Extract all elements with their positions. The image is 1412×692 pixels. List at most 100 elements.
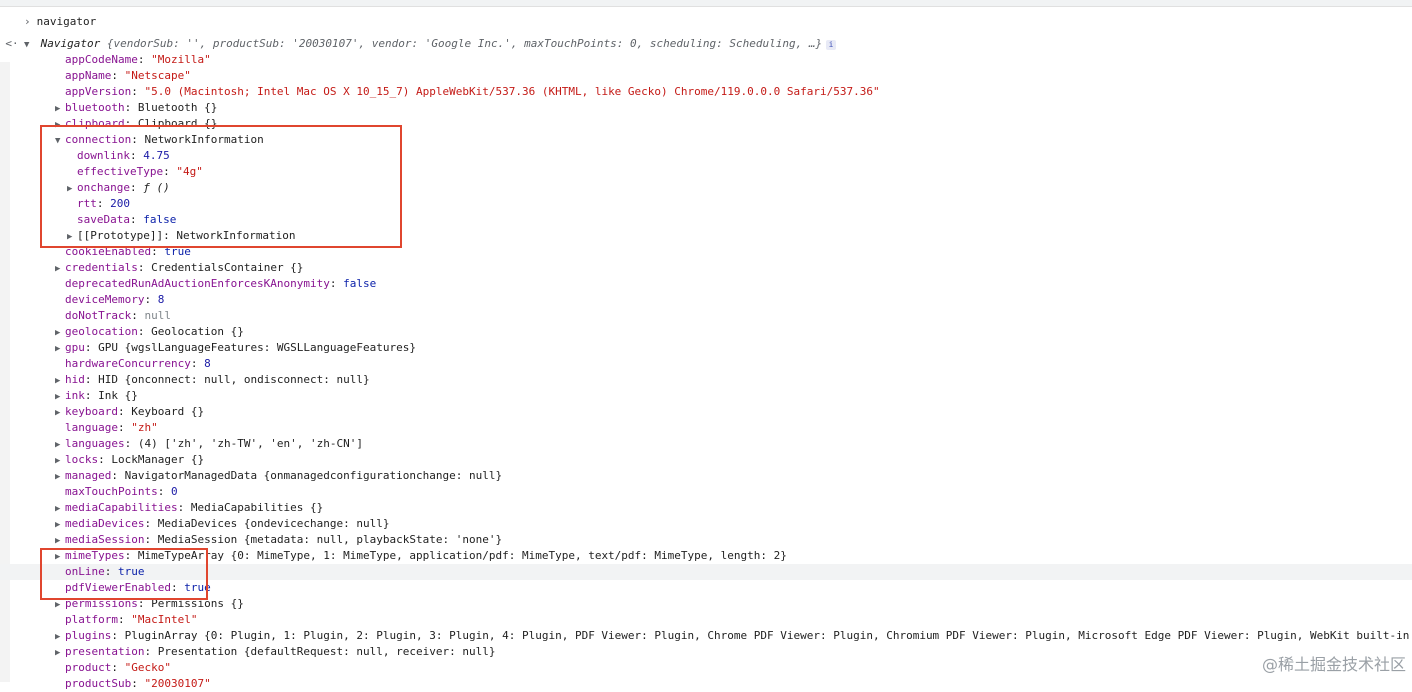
property-row-geolocation[interactable]: ▶ geolocation: Geolocation {}	[0, 324, 1412, 340]
property-separator: :	[84, 341, 99, 354]
console-result-summary[interactable]: <· ▼ Navigator {vendorSub: '', productSub…	[0, 36, 1412, 52]
property-separator: :	[124, 437, 138, 450]
expand-triangle-icon[interactable]: ▶	[55, 437, 65, 452]
property-key: language	[65, 421, 118, 434]
property-row-permissions[interactable]: ▶ permissions: Permissions {}	[0, 596, 1412, 612]
property-row-presentation[interactable]: ▶ presentation: Presentation {defaultRequ…	[0, 644, 1412, 660]
property-row-pdfviewerenabled: pdfViewerEnabled: true	[0, 580, 1412, 596]
property-key: mediaDevices	[65, 517, 145, 530]
property-value: HID {onconnect: null, ondisconnect: null…	[98, 373, 370, 386]
prompt-chevron-icon: ›	[24, 15, 31, 28]
property-separator: :	[84, 389, 99, 402]
property-row-ink[interactable]: ▶ ink: Ink {}	[0, 388, 1412, 404]
property-key: maxTouchPoints	[65, 485, 158, 498]
expand-triangle-icon[interactable]: ▶	[55, 501, 65, 516]
property-row-plugins[interactable]: ▶ plugins: PluginArray {0: Plugin, 1: Plu…	[0, 628, 1412, 644]
property-value: false	[343, 277, 377, 290]
toolbar-strip	[0, 0, 1412, 7]
property-separator: :	[84, 373, 99, 386]
property-row-locks[interactable]: ▶ locks: LockManager {}	[0, 452, 1412, 468]
property-row-appversion: appVersion: "5.0 (Macintosh; Intel Mac O…	[0, 84, 1412, 100]
property-value: MediaDevices {ondevicechange: null}	[157, 517, 390, 530]
property-row-language: language: "zh"	[0, 420, 1412, 436]
property-key: platform	[65, 613, 118, 626]
property-value: CredentialsContainer {}	[151, 261, 304, 274]
expand-triangle-icon[interactable]: ▶	[55, 517, 65, 532]
property-key: appVersion	[65, 85, 132, 98]
property-separator: :	[329, 277, 344, 290]
console-input-text: navigator	[36, 15, 97, 28]
expand-triangle-icon[interactable]: ▶	[55, 325, 65, 340]
property-value: MediaCapabilities {}	[190, 501, 324, 514]
property-row-mimetypes[interactable]: ▶ mimeTypes: MimeTypeArray {0: MimeType, …	[0, 548, 1412, 564]
property-value: GPU {wgslLanguageFeatures: WGSLLanguageF…	[98, 341, 417, 354]
property-separator: :	[117, 613, 132, 626]
property-row-donottrack: doNotTrack: null	[0, 308, 1412, 324]
property-value: Bluetooth {}	[137, 101, 218, 114]
highlight-box-online	[40, 548, 208, 600]
property-key: appCodeName	[65, 53, 138, 66]
property-value: null	[144, 309, 171, 322]
property-row-appname: appName: "Netscape"	[0, 68, 1412, 84]
property-row-keyboard[interactable]: ▶ keyboard: Keyboard {}	[0, 404, 1412, 420]
property-value: Geolocation {}	[151, 325, 244, 338]
property-key: doNotTrack	[65, 309, 132, 322]
property-separator: :	[111, 629, 125, 642]
expand-triangle-icon[interactable]: ▶	[55, 373, 65, 388]
property-value: "20030107"	[144, 677, 211, 690]
expand-triangle-icon[interactable]: ▶	[55, 405, 65, 420]
highlight-box-connection	[40, 125, 402, 248]
expand-triangle-icon[interactable]: ▶	[55, 469, 65, 484]
console-input-line[interactable]: › navigator	[0, 14, 1412, 30]
expand-triangle-icon[interactable]: ▶	[55, 341, 65, 356]
property-value: LockManager {}	[111, 453, 205, 466]
property-value: Keyboard {}	[131, 405, 205, 418]
property-separator: :	[131, 309, 145, 322]
property-separator: :	[190, 357, 205, 370]
property-key: presentation	[65, 645, 145, 658]
property-separator: :	[137, 261, 152, 274]
property-row-mediacapabilities[interactable]: ▶ mediaCapabilities: MediaCapabilities {}	[0, 500, 1412, 516]
property-row-devicememory: deviceMemory: 8	[0, 292, 1412, 308]
property-row-online: onLine: true	[0, 564, 1412, 580]
property-row-managed[interactable]: ▶ managed: NavigatorManagedData {onmanage…	[0, 468, 1412, 484]
expand-triangle-icon[interactable]: ▶	[55, 645, 65, 660]
expand-triangle-icon[interactable]: ▼	[24, 37, 34, 52]
summary-preview: {vendorSub: '', productSub: '20030107', …	[100, 37, 823, 50]
property-separator: :	[144, 645, 158, 658]
property-row-hid[interactable]: ▶ hid: HID {onconnect: null, ondisconnect…	[0, 372, 1412, 388]
property-row-languages[interactable]: ▶ languages: (4) ['zh', 'zh-TW', 'en', 'z…	[0, 436, 1412, 452]
property-key: gpu	[65, 341, 85, 354]
property-value: "zh"	[131, 421, 158, 434]
expand-triangle-icon[interactable]: ▶	[55, 453, 65, 468]
property-separator: :	[131, 85, 145, 98]
expand-triangle-icon[interactable]: ▶	[55, 533, 65, 548]
property-value: PluginArray {0: Plugin, 1: Plugin, 2: Pl…	[124, 629, 1410, 642]
property-row-mediasession[interactable]: ▶ mediaSession: MediaSession {metadata: n…	[0, 532, 1412, 548]
property-separator: :	[111, 661, 125, 674]
property-key: languages	[65, 437, 125, 450]
property-key: mediaSession	[65, 533, 145, 546]
property-row-gpu[interactable]: ▶ gpu: GPU {wgslLanguageFeatures: WGSLLan…	[0, 340, 1412, 356]
property-separator: :	[98, 453, 112, 466]
property-row-credentials[interactable]: ▶ credentials: CredentialsContainer {}	[0, 260, 1412, 276]
property-value: MimeTypeArray {0: MimeType, 1: MimeType,…	[137, 549, 787, 562]
property-key: appName	[65, 69, 112, 82]
expand-triangle-icon[interactable]: ▶	[55, 101, 65, 116]
expand-triangle-icon[interactable]: ▶	[55, 629, 65, 644]
expand-triangle-icon[interactable]: ▶	[55, 261, 65, 276]
property-value: 0	[170, 485, 178, 498]
expand-triangle-icon[interactable]: ▶	[55, 389, 65, 404]
property-key: locks	[65, 453, 99, 466]
property-value: "MacIntel"	[131, 613, 198, 626]
property-value: 8	[157, 293, 165, 306]
property-row-mediadevices[interactable]: ▶ mediaDevices: MediaDevices {ondevicecha…	[0, 516, 1412, 532]
property-separator: :	[137, 53, 152, 66]
property-row-deprecatedrunadauctionenforceskanonymity: deprecatedRunAdAuctionEnforcesKAnonymity…	[0, 276, 1412, 292]
info-icon[interactable]: i	[826, 40, 837, 50]
property-key: hid	[65, 373, 85, 386]
property-separator: :	[111, 469, 125, 482]
property-row-bluetooth[interactable]: ▶ bluetooth: Bluetooth {}	[0, 100, 1412, 116]
property-row-platform: platform: "MacIntel"	[0, 612, 1412, 628]
property-row-productsub: productSub: "20030107"	[0, 676, 1412, 692]
